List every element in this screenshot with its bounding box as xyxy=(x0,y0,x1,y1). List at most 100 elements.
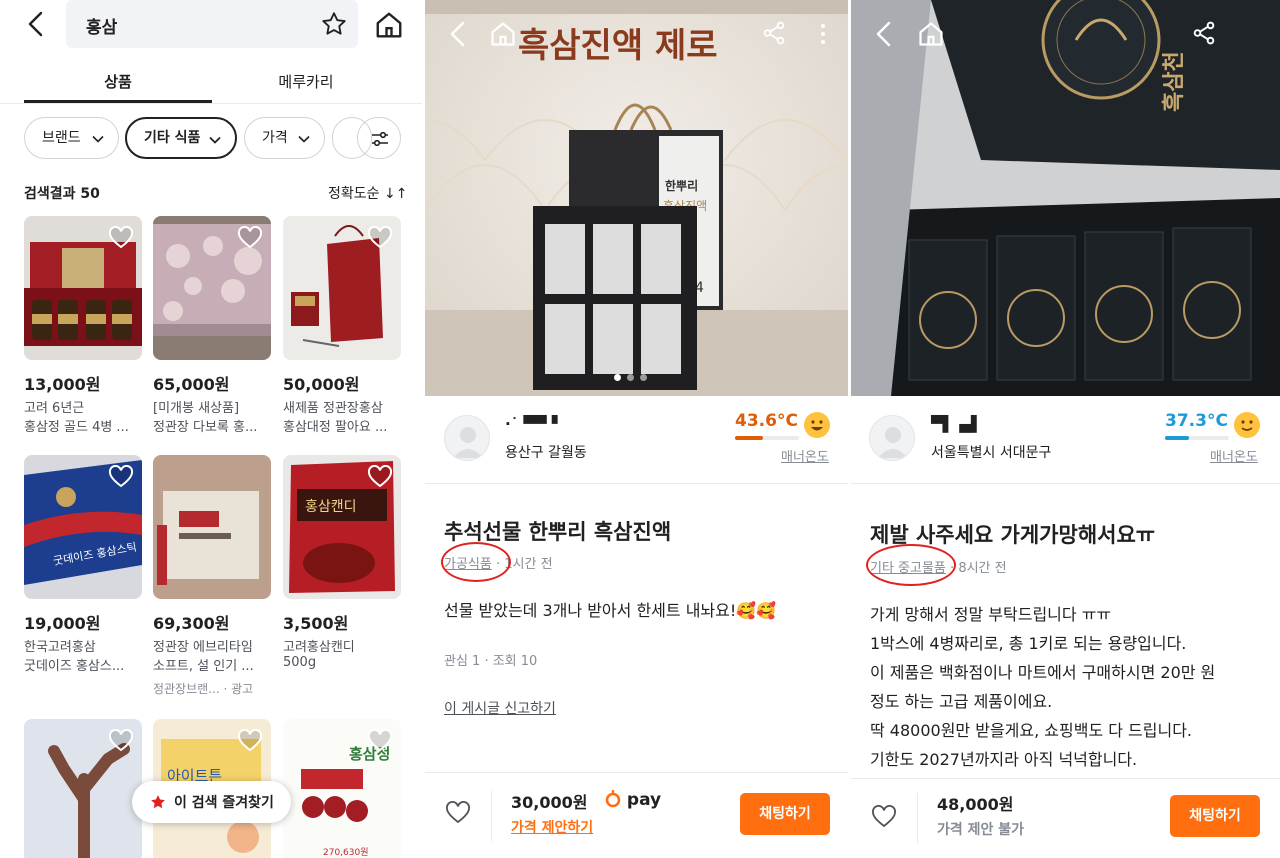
heart-icon[interactable] xyxy=(871,805,897,829)
temperature-bar-fill xyxy=(1165,436,1189,440)
description-line: 가게 망해서 정말 부탁드립니다 ㅠㅠ xyxy=(870,605,1112,624)
chat-button[interactable]: 채팅하기 xyxy=(740,793,830,835)
sort-button[interactable]: 정확도순 ↓↑ xyxy=(328,183,407,203)
product-image-carousel[interactable]: 한뿌리 흑삼진액 4 흑삼진액 제로 xyxy=(425,0,848,396)
posted-time: 1시간 전 xyxy=(504,557,553,572)
product-card[interactable]: 홍삼정 270,630원 xyxy=(283,719,401,858)
favorite-this-search-button[interactable]: 이 검색 즐겨찾기 xyxy=(132,781,291,823)
tab-products[interactable]: 상품 xyxy=(24,71,212,92)
manner-temperature: 37.3°C xyxy=(1165,411,1228,431)
product-card[interactable]: 굿데이즈 홍삼스틱 19,000원 한국고려홍삼 굿데이즈 홍삼스... xyxy=(24,455,142,674)
box-label-text: 한뿌리 xyxy=(665,178,698,193)
item-description: 선물 받았는데 3개나 받아서 한세트 내놔요!🥰🥰 xyxy=(444,601,777,620)
carousel-dot xyxy=(627,374,634,381)
product-price: 19,000원 xyxy=(24,614,101,633)
item-price: 48,000원 xyxy=(937,795,1014,814)
search-header: 홍삼 xyxy=(0,0,422,50)
search-input[interactable]: 홍삼 xyxy=(66,0,358,48)
chat-button[interactable]: 채팅하기 xyxy=(1170,795,1260,837)
more-vertical-icon[interactable] xyxy=(815,20,831,48)
search-results-panel: 홍삼 상품 메루카리 브랜드 기타 식품 가격 검색결과 50 정확도순 ↓↑ … xyxy=(0,0,422,858)
heart-icon[interactable] xyxy=(367,226,393,250)
home-icon xyxy=(376,12,402,38)
product-card[interactable]: 65,000원 [미개봉 새상품] 정관장 다보록 홍... xyxy=(153,216,271,435)
back-arrow-icon[interactable] xyxy=(445,18,469,50)
share-icon[interactable] xyxy=(1191,20,1217,46)
price-offer-link[interactable]: 가격 제안하기 xyxy=(511,817,593,837)
tab-underline xyxy=(24,100,212,103)
product-price: 65,000원 xyxy=(153,375,230,394)
product-title-line2: 홍삼대정 팔아요 ... xyxy=(283,420,388,435)
price-offer-status: 가격 제안 불가 xyxy=(937,822,1025,838)
bottom-action-bar: 30,000원 pay 가격 제안하기 채팅하기 xyxy=(425,772,848,858)
tab-mercari[interactable]: 메루카리 xyxy=(212,71,400,92)
item-detail-panel-1: 한뿌리 흑삼진액 4 흑삼진액 제로 ·˙ ▀▀ ▘ 용산구 갈월동 43.6°… xyxy=(425,0,848,858)
temperature-bar xyxy=(1165,436,1229,440)
thumb-candy-text: 홍삼캔디 xyxy=(305,499,357,515)
heart-icon[interactable] xyxy=(367,465,393,489)
star-icon xyxy=(322,12,346,35)
back-button[interactable] xyxy=(20,8,52,40)
favorite-this-search-label: 이 검색 즐겨찾기 xyxy=(174,795,274,811)
share-icon[interactable] xyxy=(761,20,787,46)
avatar xyxy=(444,415,490,461)
product-title-line2: 정관장 다보록 홍... xyxy=(153,420,258,435)
product-card[interactable]: 13,000원 고려 6년근 홍삼정 골드 4병 ... xyxy=(24,216,142,435)
product-thumbnail xyxy=(153,455,271,599)
product-card[interactable] xyxy=(24,719,142,858)
seller-location: 서울특별시 서대문구 xyxy=(931,445,1052,461)
description-line: 기한도 2027년까지라 아직 넉넉합니다. xyxy=(870,750,1138,769)
home-icon[interactable] xyxy=(917,20,945,48)
description-line: 정도 하는 고급 제품이에요. xyxy=(870,692,1053,711)
heart-icon[interactable] xyxy=(445,801,471,825)
bottom-action-bar: 48,000원 가격 제안 불가 채팅하기 xyxy=(851,778,1280,858)
heart-icon[interactable] xyxy=(237,226,263,250)
filter-price[interactable]: 가격 xyxy=(244,117,325,159)
seller-location: 용산구 갈월동 xyxy=(505,445,587,461)
product-image-carousel[interactable]: 흑삼천 xyxy=(851,0,1280,396)
product-title-line1: 정관장 에브리타임 xyxy=(153,640,253,655)
search-query: 홍삼 xyxy=(86,18,118,38)
filter-brand[interactable]: 브랜드 xyxy=(24,117,119,159)
filter-price-label: 가격 xyxy=(262,130,288,146)
manner-temp-label[interactable]: 매너온도 xyxy=(1210,446,1258,465)
product-thumbnail xyxy=(153,216,271,360)
annotation-circle xyxy=(866,544,956,586)
pay-badge: pay xyxy=(605,788,661,810)
carousel-dot xyxy=(640,374,647,381)
home-icon[interactable] xyxy=(489,20,517,48)
carousel-dot xyxy=(614,374,621,381)
report-post-link[interactable]: 이 게시글 신고하기 xyxy=(444,698,556,718)
product-card[interactable]: 홍삼캔디 3,500원 고려홍삼캔디 500g xyxy=(283,455,401,670)
home-button[interactable] xyxy=(374,10,404,40)
filter-bar: 브랜드 기타 식품 가격 xyxy=(0,117,422,161)
product-title-line2: 500g xyxy=(283,655,317,670)
heart-icon[interactable] xyxy=(108,226,134,250)
product-price: 69,300원 xyxy=(153,614,230,633)
product-price: 50,000원 xyxy=(283,375,360,394)
ad-label: 정관장브랜... · 광고 xyxy=(153,682,254,696)
filter-other-food[interactable]: 기타 식품 xyxy=(125,117,237,159)
product-thumbnail: 홍삼캔디 xyxy=(283,455,401,599)
favorite-search-button[interactable] xyxy=(320,10,348,38)
seller-profile[interactable]: ▀▌ ▄▌ 서울특별시 서대문구 37.3°C 매너온도 xyxy=(851,396,1280,484)
footer-divider xyxy=(917,793,918,843)
manner-temperature: 43.6°C xyxy=(735,411,798,431)
product-card[interactable]: 50,000원 새제품 정관장홍삼 홍삼대정 팔아요 ... xyxy=(283,216,401,435)
product-thumbnail: 홍삼정 270,630원 xyxy=(283,719,401,858)
manner-temp-label[interactable]: 매너온도 xyxy=(781,446,829,465)
heart-icon[interactable] xyxy=(367,729,393,753)
heart-icon[interactable] xyxy=(237,729,263,753)
product-title-line1: 고려 6년근 xyxy=(24,401,85,416)
filter-settings-button[interactable] xyxy=(357,117,401,159)
footer-divider xyxy=(491,791,492,841)
item-price: 30,000원 xyxy=(511,793,588,812)
box-label-text: 흑삼천 xyxy=(1161,51,1187,112)
carousel-indicator xyxy=(611,366,650,385)
heart-icon[interactable] xyxy=(108,465,134,489)
heart-icon[interactable] xyxy=(108,729,134,753)
sliders-icon xyxy=(372,131,388,147)
product-card[interactable]: 69,300원 정관장 에브리타임 소프트, 설 인기 ... xyxy=(153,455,271,674)
seller-profile[interactable]: ·˙ ▀▀ ▘ 용산구 갈월동 43.6°C 매너온도 xyxy=(425,396,848,484)
back-arrow-icon[interactable] xyxy=(871,18,895,50)
